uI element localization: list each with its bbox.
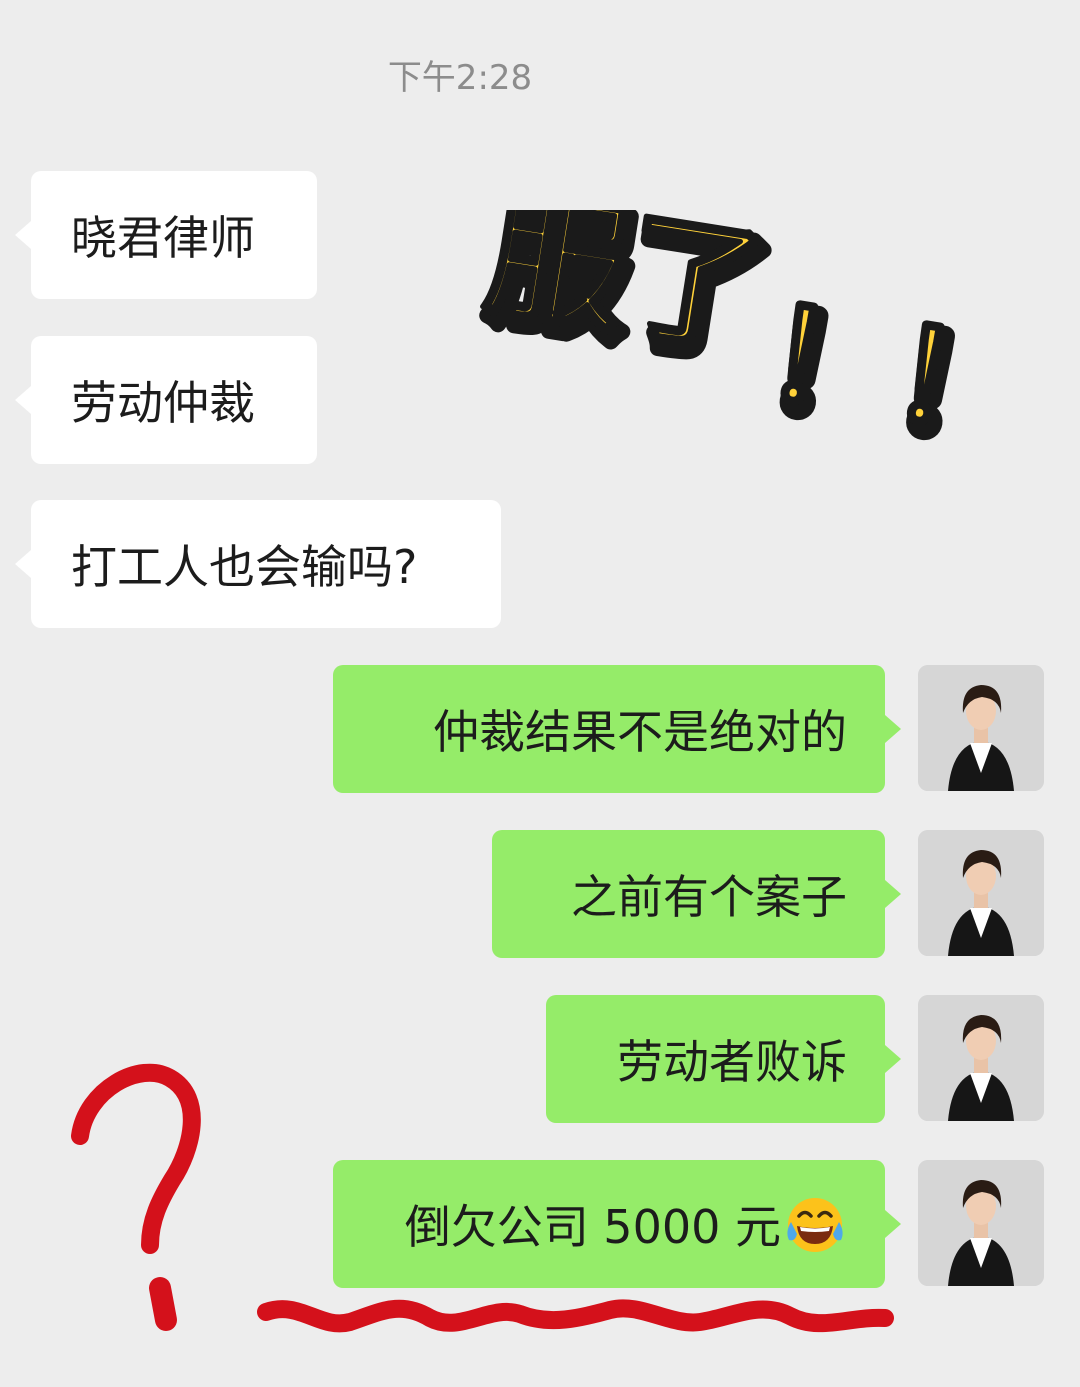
message-text: 劳动者败诉: [617, 1035, 847, 1089]
message-text: 仲裁结果不是绝对的: [433, 705, 847, 759]
outgoing-message-bubble[interactable]: 倒欠公司 5000 元: [333, 1160, 901, 1288]
outgoing-message-bubble[interactable]: 劳动者败诉: [546, 995, 901, 1123]
avatar[interactable]: [918, 1160, 1044, 1286]
message-text: 打工人也会输吗?: [71, 540, 418, 594]
incoming-message-bubble[interactable]: 晓君律师: [15, 171, 317, 299]
sticker-overlay: 服了 服了 ！！ ！！: [475, 210, 1035, 470]
face-with-tears-of-joy-icon: [783, 1192, 847, 1256]
message-text: 之前有个案子: [571, 870, 847, 924]
avatar[interactable]: [918, 995, 1044, 1121]
message-text: 晓君律师: [71, 211, 255, 265]
incoming-message-bubble[interactable]: 打工人也会输吗?: [15, 500, 501, 628]
message-text: 劳动仲裁: [71, 376, 255, 430]
question-mark-dot: [149, 1277, 177, 1331]
question-mark-stroke: [71, 1063, 201, 1254]
wavy-underline: [257, 1299, 894, 1333]
sticker-text-main: 服了: [477, 210, 775, 375]
avatar[interactable]: [918, 665, 1044, 791]
outgoing-message-bubble[interactable]: 之前有个案子: [492, 830, 901, 958]
avatar[interactable]: [918, 830, 1044, 956]
outgoing-message-bubble[interactable]: 仲裁结果不是绝对的: [333, 665, 901, 793]
message-timestamp: 下午2:28: [387, 58, 533, 98]
message-text: 倒欠公司 5000 元: [404, 1200, 781, 1254]
incoming-message-bubble[interactable]: 劳动仲裁: [15, 336, 317, 464]
